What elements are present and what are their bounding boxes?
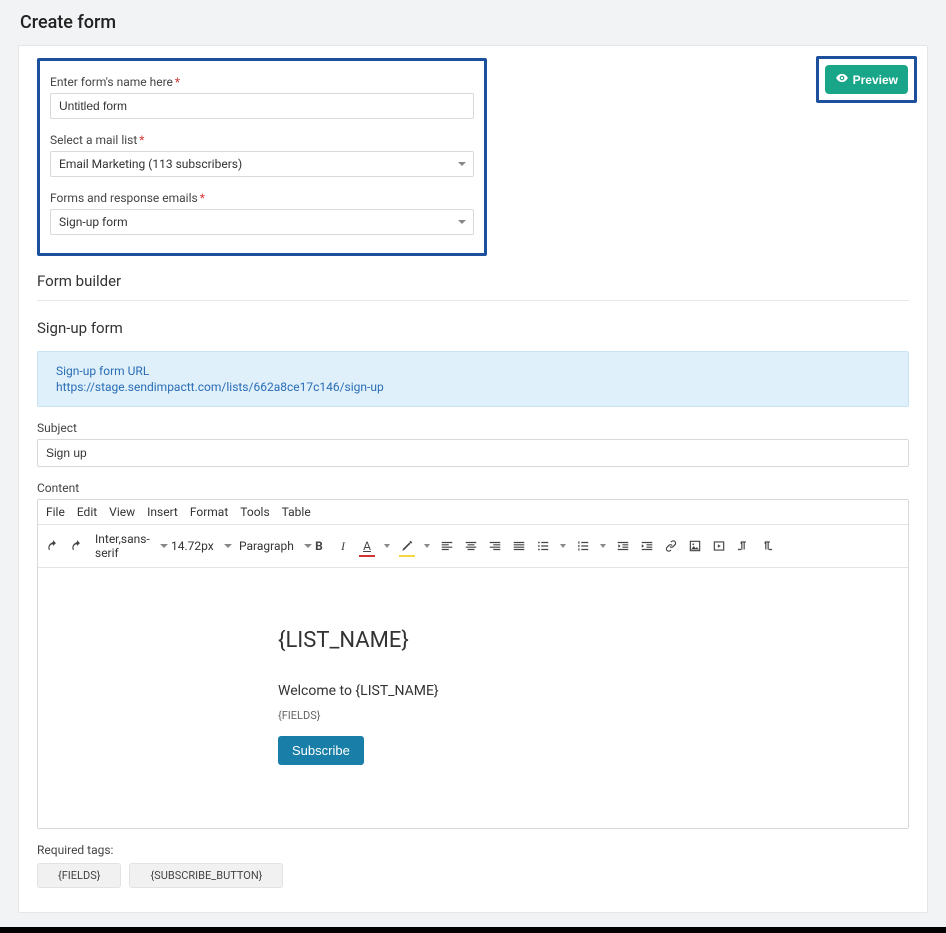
undo-icon[interactable]: [44, 537, 62, 555]
mail-list-select[interactable]: Email Marketing (113 subscribers): [50, 151, 474, 177]
divider: [37, 300, 909, 301]
align-center-icon[interactable]: [462, 537, 480, 555]
required-tags-label: Required tags:: [37, 843, 909, 857]
form-builder-heading: Form builder: [37, 272, 909, 290]
paragraph-style-select[interactable]: Paragraph: [236, 536, 304, 556]
signup-url-value[interactable]: https://stage.sendimpactt.com/lists/662a…: [56, 380, 890, 394]
numbered-list-drop-icon[interactable]: [598, 544, 608, 548]
ltr-icon[interactable]: [734, 537, 752, 555]
form-name-label: Enter form's name here*: [50, 75, 474, 89]
signup-url-label: Sign-up form URL: [56, 364, 890, 378]
highlight-color-icon[interactable]: [398, 537, 416, 555]
rtl-icon[interactable]: [758, 537, 776, 555]
editor-menubar: File Edit View Insert Format Tools Table: [38, 500, 908, 525]
menu-format[interactable]: Format: [190, 505, 228, 519]
subscribe-button[interactable]: Subscribe: [278, 736, 364, 765]
preview-button[interactable]: Preview: [825, 65, 908, 94]
form-name-input[interactable]: [50, 93, 474, 119]
tag-chip-fields[interactable]: {FIELDS}: [37, 863, 121, 888]
content-label: Content: [37, 481, 909, 495]
menu-insert[interactable]: Insert: [147, 505, 178, 519]
indent-icon[interactable]: [638, 537, 656, 555]
align-justify-icon[interactable]: [510, 537, 528, 555]
video-icon[interactable]: [710, 537, 728, 555]
bullet-list-icon[interactable]: [534, 537, 552, 555]
mail-list-label: Select a mail list*: [50, 133, 474, 147]
config-highlight-box: Enter form's name here* Select a mail li…: [37, 58, 487, 256]
signup-url-panel: Sign-up form URL https://stage.sendimpac…: [37, 351, 909, 407]
highlight-drop-icon[interactable]: [422, 544, 432, 548]
outdent-icon[interactable]: [614, 537, 632, 555]
menu-tools[interactable]: Tools: [240, 505, 269, 519]
tag-chip-subscribe-button[interactable]: {SUBSCRIBE_BUTTON}: [129, 863, 283, 888]
text-color-icon[interactable]: A: [358, 537, 376, 555]
italic-icon[interactable]: I: [334, 537, 352, 555]
bottom-bar: [0, 927, 946, 933]
signup-form-heading: Sign-up form: [37, 319, 909, 337]
align-right-icon[interactable]: [486, 537, 504, 555]
editor-toolbar: Inter,sans-serif 14.72px Paragraph B I A: [38, 525, 908, 568]
subject-input[interactable]: [37, 439, 909, 467]
menu-file[interactable]: File: [46, 505, 65, 519]
bold-icon[interactable]: B: [310, 537, 328, 555]
subject-label: Subject: [37, 421, 909, 435]
rich-text-editor: File Edit View Insert Format Tools Table…: [37, 499, 909, 829]
editor-fields-tag: {FIELDS}: [278, 709, 868, 722]
redo-icon[interactable]: [68, 537, 86, 555]
bullet-list-drop-icon[interactable]: [558, 544, 568, 548]
editor-h1: {LIST_NAME}: [278, 628, 868, 653]
font-family-select[interactable]: Inter,sans-serif: [92, 529, 162, 563]
menu-view[interactable]: View: [109, 505, 135, 519]
eye-icon: [835, 71, 849, 88]
required-tags-row: {FIELDS} {SUBSCRIBE_BUTTON}: [37, 863, 909, 888]
response-emails-label: Forms and response emails*: [50, 191, 474, 205]
font-size-select[interactable]: 14.72px: [168, 536, 230, 556]
link-icon[interactable]: [662, 537, 680, 555]
preview-button-label: Preview: [853, 73, 898, 87]
align-left-icon[interactable]: [438, 537, 456, 555]
preview-highlight-box: Preview: [816, 56, 917, 103]
image-icon[interactable]: [686, 537, 704, 555]
menu-table[interactable]: Table: [282, 505, 311, 519]
response-emails-select[interactable]: Sign-up form: [50, 209, 474, 235]
editor-canvas[interactable]: {LIST_NAME} Welcome to {LIST_NAME} {FIEL…: [38, 568, 908, 828]
page-title: Create form: [20, 12, 928, 33]
menu-edit[interactable]: Edit: [77, 505, 97, 519]
editor-welcome-text: Welcome to {LIST_NAME}: [278, 683, 868, 699]
main-card: Preview Enter form's name here* Select a…: [18, 45, 928, 913]
text-color-drop-icon[interactable]: [382, 544, 392, 548]
numbered-list-icon[interactable]: [574, 537, 592, 555]
